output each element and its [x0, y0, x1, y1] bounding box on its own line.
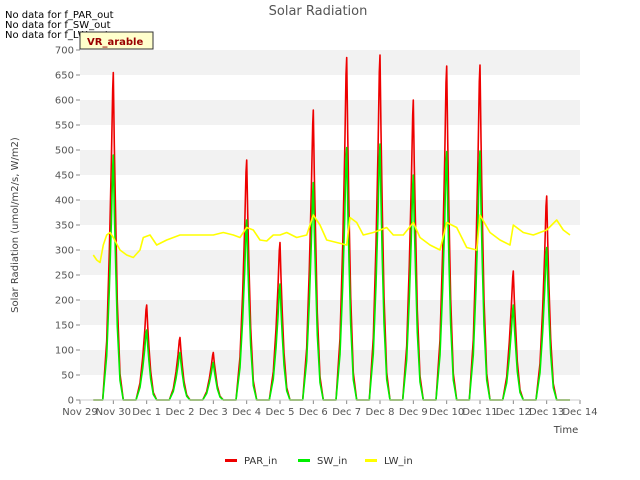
x-tick-label: Dec 12 [496, 407, 531, 418]
legend-label-par-in: PAR_in [244, 456, 277, 467]
y-tick-label: 600 [55, 96, 74, 107]
legend-swatch-par-in [225, 459, 237, 462]
grid-band [80, 300, 580, 325]
y-tick-label: 300 [55, 246, 74, 257]
y-tick-label: 200 [55, 296, 74, 307]
x-tick-label: Dec 7 [332, 407, 361, 418]
y-tick-label: 700 [55, 46, 74, 57]
y-tick-label: 250 [55, 271, 74, 282]
chart-title: Solar Radiation [269, 4, 368, 19]
x-tick-label: Dec 13 [529, 407, 564, 418]
y-tick-label: 350 [55, 221, 74, 232]
y-tick-label: 150 [55, 321, 74, 332]
grid-band [80, 225, 580, 250]
x-tick-label: Dec 8 [366, 407, 395, 418]
y-tick-label: 500 [55, 146, 74, 157]
x-tick-label: Dec 10 [429, 407, 464, 418]
x-axis-label: Time [553, 425, 578, 436]
legend-swatch-lw-in [365, 459, 377, 462]
vr-arable-badge-label: VR_arable [87, 37, 143, 48]
y-tick-label: 550 [55, 121, 74, 132]
x-tick-label: Dec 1 [132, 407, 161, 418]
grid-band [80, 250, 580, 275]
grid-band [80, 50, 580, 75]
legend-label-lw-in: LW_in [384, 456, 413, 467]
x-tick-label: Dec 9 [399, 407, 428, 418]
y-tick-label: 0 [68, 396, 74, 407]
x-tick-label: Dec 5 [266, 407, 295, 418]
legend: PAR_in SW_in LW_in [225, 456, 413, 467]
legend-label-sw-in: SW_in [317, 456, 347, 467]
x-tick-label: Dec 2 [166, 407, 195, 418]
solar-radiation-chart: 0 50 100 150 200 250 300 350 400 450 500 550 600 650 7… [0, 0, 640, 480]
grid-band [80, 100, 580, 125]
grid-band [80, 275, 580, 300]
y-tick-label: 50 [61, 371, 74, 382]
x-tick-label: Nov 30 [96, 407, 131, 418]
x-tick-label: Dec 4 [232, 407, 261, 418]
y-tick-label: 650 [55, 71, 74, 82]
grid-band [80, 75, 580, 100]
x-tick-label: Dec 3 [199, 407, 228, 418]
grid-band [80, 150, 580, 175]
grid-band [80, 175, 580, 200]
y-tick-label: 100 [55, 346, 74, 357]
grid-band [80, 125, 580, 150]
grid-band [80, 325, 580, 350]
y-axis-label: Solar Radiation (umol/m2/s, W/m2) [10, 137, 21, 313]
y-tick-label: 400 [55, 196, 74, 207]
x-tick-label: Dec 6 [299, 407, 328, 418]
grid-band [80, 200, 580, 225]
grid-band [80, 350, 580, 375]
grid-bands [80, 50, 580, 400]
x-tick-label: Dec 14 [562, 407, 597, 418]
x-tick-label: Dec 11 [462, 407, 497, 418]
y-tick-label: 450 [55, 171, 74, 182]
legend-swatch-sw-in [298, 459, 310, 462]
x-tick-label: Nov 29 [62, 407, 97, 418]
